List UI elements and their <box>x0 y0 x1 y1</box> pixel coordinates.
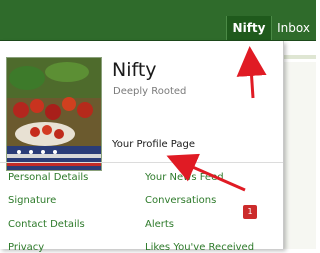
annotation-arrows <box>166 46 267 192</box>
arrow-to-profile-link-icon <box>166 153 246 192</box>
arrow-to-nifty-tab-icon <box>236 46 267 99</box>
